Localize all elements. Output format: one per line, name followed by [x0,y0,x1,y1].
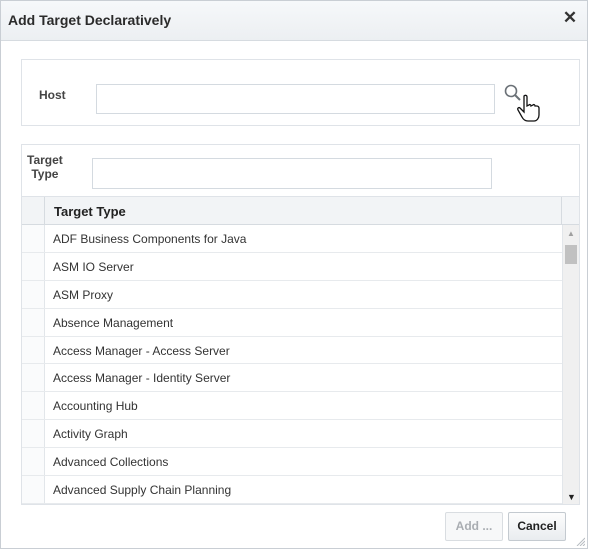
row-selector[interactable] [22,336,45,364]
host-label: Host [39,88,66,102]
table-header: Target Type [22,196,579,225]
add-button[interactable]: Add ... [445,512,503,541]
row-selector[interactable] [22,308,45,336]
row-text: Accounting Hub [53,399,138,414]
target-type-label: Target Type [27,153,63,181]
row-text: ADF Business Components for Java [53,232,247,246]
row-text: Access Manager - Identity Server [53,371,231,386]
row-selector[interactable] [22,225,45,252]
add-target-dialog: Add Target Declaratively ✕ Host Target T… [0,0,588,549]
row-text: ASM Proxy [53,287,114,302]
row-selector[interactable] [22,476,45,503]
column-header-target-type[interactable]: Target Type [54,204,126,219]
table-row[interactable]: Accounting Hub [22,392,562,421]
resize-grip-icon[interactable] [575,536,585,546]
table-row[interactable]: Advanced Supply Chain Planning [22,476,562,504]
dialog-title: Add Target Declaratively [8,12,172,28]
table-row[interactable]: ASM IO Server [22,252,562,281]
host-section: Host [21,59,580,126]
target-type-label-line2: Type [31,167,59,181]
row-selector[interactable] [22,448,45,476]
cancel-button[interactable]: Cancel [508,512,566,541]
row-selector[interactable] [22,252,45,280]
target-type-label-line1: Target [27,153,63,167]
row-text: ASM IO Server [53,259,134,274]
header-scroll-spacer [561,197,579,225]
scroll-up-icon[interactable]: ▲ [567,229,575,238]
table-row[interactable]: Activity Graph [22,420,562,449]
hand-cursor-icon [517,94,540,122]
table-rows: ADF Business Components for Java ASM IO … [22,225,562,504]
row-selector[interactable] [22,420,45,448]
row-selector[interactable] [22,392,45,420]
target-type-table: Target Type ADF Business Components for … [22,196,579,504]
host-input[interactable] [96,84,495,114]
table-row[interactable]: Access Manager - Access Server [22,336,562,365]
header-row-selector [22,197,45,225]
table-row[interactable]: Advanced Collections [22,448,562,477]
table-row[interactable]: ADF Business Components for Java [22,225,562,253]
target-type-filter-input[interactable] [92,158,492,189]
table-row[interactable]: ASM Proxy [22,280,562,309]
row-text: Advanced Collections [53,455,169,470]
close-icon[interactable]: ✕ [561,9,579,27]
vertical-scrollbar[interactable]: ▲ ▼ [562,225,579,504]
scrollbar-thumb[interactable] [565,245,577,264]
target-type-panel: Target Type Target Type ADF Business Com… [21,144,580,505]
table-row[interactable]: Access Manager - Identity Server [22,364,562,393]
row-text: Advanced Supply Chain Planning [53,483,232,498]
scroll-down-icon[interactable]: ▼ [567,492,576,502]
row-text: Activity Graph [53,427,128,442]
row-selector[interactable] [22,364,45,392]
row-text: Absence Management [53,315,174,330]
dialog-titlebar: Add Target Declaratively ✕ [1,1,587,41]
row-text: Access Manager - Access Server [53,343,230,358]
table-row[interactable]: Absence Management [22,308,562,337]
row-selector[interactable] [22,280,45,308]
